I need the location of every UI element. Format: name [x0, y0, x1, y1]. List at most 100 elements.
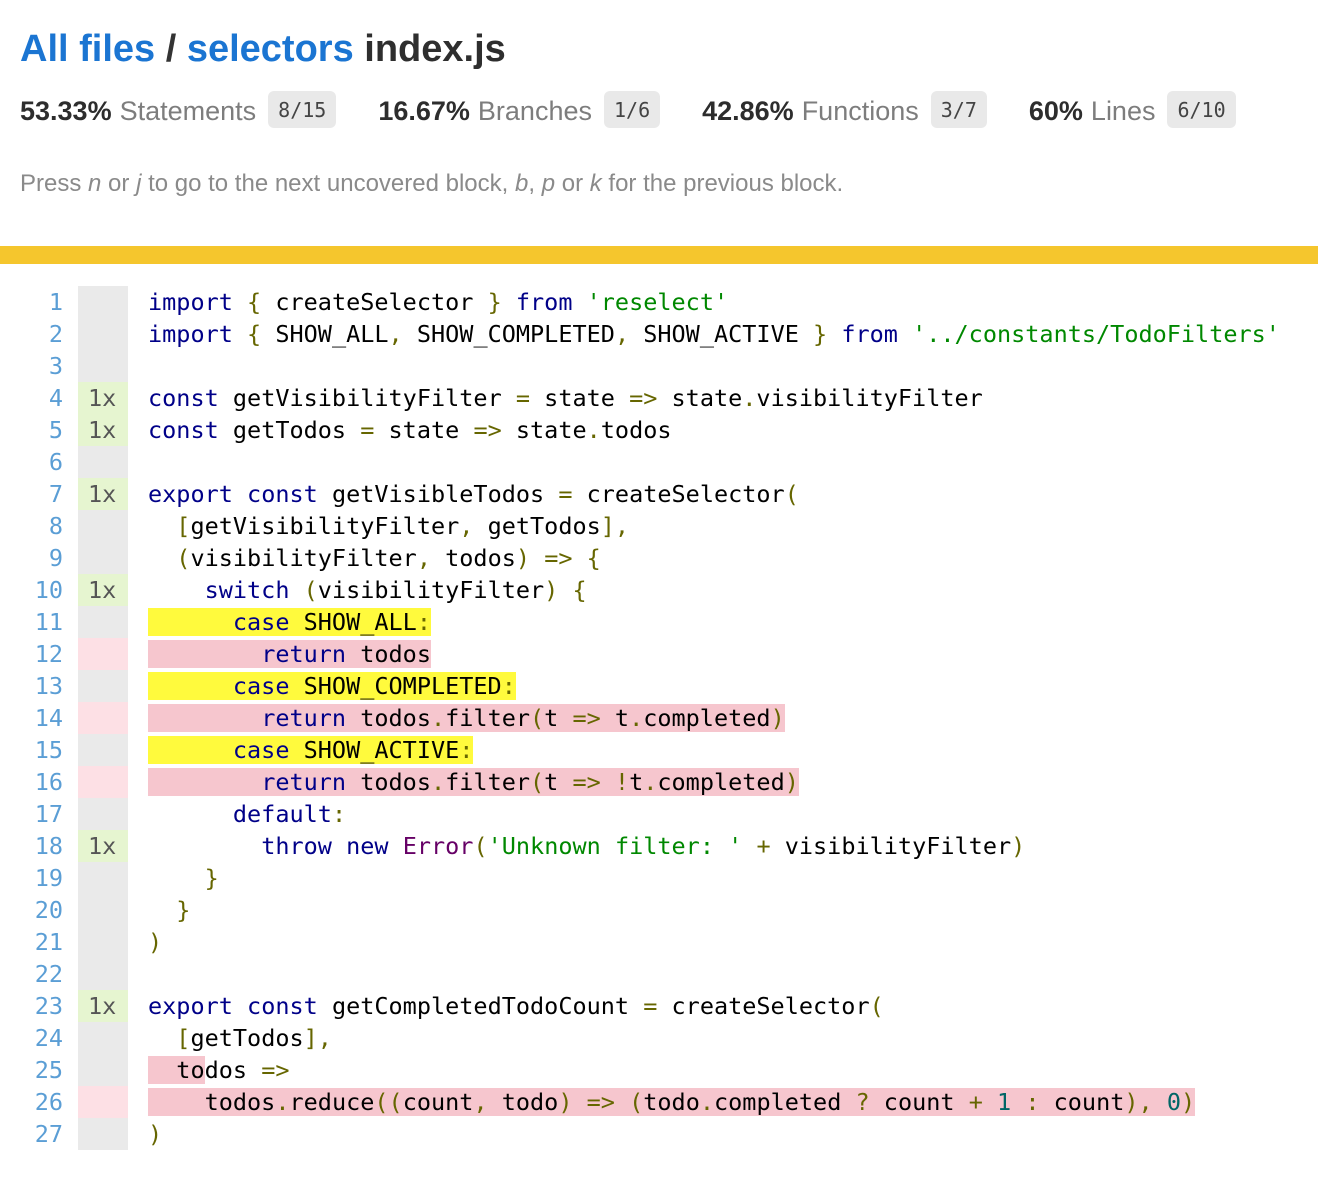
stat-functions: 42.86%Functions3/7	[702, 91, 987, 128]
execution-count-cell	[78, 670, 128, 702]
code-segment: =	[558, 480, 572, 508]
execution-count-cell: 1x	[78, 382, 128, 414]
line-number: 27	[0, 1118, 63, 1150]
code-segment	[502, 288, 516, 316]
functions-label: Functions	[802, 96, 919, 126]
code-segment: ],	[304, 1024, 332, 1052]
code-segment: [	[176, 512, 190, 540]
code-segment: state	[530, 384, 629, 412]
uncovered-code-segment: .	[700, 1088, 714, 1116]
code-segment: 'reselect'	[587, 288, 728, 316]
code-line: return todos.filter(t => !t.completed)	[148, 766, 1318, 798]
uncovered-code-segment: 1	[997, 1088, 1011, 1116]
code-line: return todos	[148, 638, 1318, 670]
execution-count-cell	[78, 542, 128, 574]
code-segment: visibilityFilter	[190, 544, 416, 572]
uncovered-code-segment: .	[629, 704, 643, 732]
code-segment: getVisibilityFilter	[219, 384, 516, 412]
line-number: 25	[0, 1054, 63, 1086]
uncovered-code-segment: :	[459, 736, 473, 764]
code-segment: from	[516, 288, 573, 316]
code-segment: todos	[601, 416, 672, 444]
code-segment: const	[148, 384, 219, 412]
uncovered-code-segment: todos	[346, 768, 431, 796]
code-segment: ,	[389, 320, 403, 348]
code-segment: dos	[205, 1056, 262, 1084]
code-line: default:	[148, 798, 1318, 830]
code-segment: SHOW_COMPLETED	[403, 320, 615, 348]
uncovered-code-segment: (	[530, 768, 544, 796]
uncovered-code-segment: (	[629, 1088, 643, 1116]
uncovered-code-segment: reduce	[290, 1088, 375, 1116]
code-segment	[148, 864, 205, 892]
uncovered-code-segment: todo	[643, 1088, 700, 1116]
uncovered-code-segment	[148, 704, 261, 732]
code-line: import { SHOW_ALL, SHOW_COMPLETED, SHOW_…	[148, 318, 1318, 350]
code-segment: [	[176, 1024, 190, 1052]
code-segment	[148, 896, 176, 924]
breadcrumb-all-files-link[interactable]: All files	[20, 28, 155, 70]
line-number: 22	[0, 958, 63, 990]
code-segment: ,	[615, 320, 629, 348]
hint-text: Press	[20, 170, 88, 197]
code-segment	[148, 832, 261, 860]
keyboard-shortcuts-hint: Press n or j to go to the next uncovered…	[0, 170, 1318, 198]
uncovered-code-segment	[615, 1088, 629, 1116]
code-segment: {	[587, 544, 601, 572]
uncovered-code-segment: ),	[1124, 1088, 1152, 1116]
code-segment: visibilityFilter	[771, 832, 1012, 860]
line-number: 9	[0, 542, 63, 574]
code-segment	[233, 480, 247, 508]
code-segment: Error	[403, 832, 474, 860]
line-number: 16	[0, 766, 63, 798]
uncovered-code-segment	[148, 768, 261, 796]
line-number: 19	[0, 862, 63, 894]
line-number: 1	[0, 286, 63, 318]
breadcrumb-folder-link[interactable]: selectors	[187, 28, 354, 70]
execution-count-cell: 1x	[78, 478, 128, 510]
uncovered-code-segment: t	[544, 704, 572, 732]
code-segment: .	[587, 416, 601, 444]
execution-count-cell	[78, 318, 128, 350]
uncovered-code-segment: )	[771, 704, 785, 732]
code-segment	[148, 1024, 176, 1052]
uncovered-code-segment	[148, 608, 233, 636]
execution-count-cell	[78, 926, 128, 958]
line-numbers-column: 1234567891011121314151617181920212223242…	[0, 286, 63, 1150]
code-line: case SHOW_ACTIVE:	[148, 734, 1318, 766]
line-number: 15	[0, 734, 63, 766]
code-segment: getVisibleTodos	[318, 480, 559, 508]
uncovered-code-segment: +	[969, 1088, 983, 1116]
uncovered-code-segment: SHOW_ALL	[289, 608, 416, 636]
statements-percent: 53.33%	[20, 96, 112, 126]
execution-count-cell	[78, 798, 128, 830]
code-line: }	[148, 894, 1318, 926]
uncovered-code-segment: t	[629, 768, 643, 796]
line-number: 21	[0, 926, 63, 958]
breadcrumb-file-name: index.js	[354, 28, 506, 70]
code-segment: new	[346, 832, 388, 860]
uncovered-code-segment: !	[615, 768, 629, 796]
execution-count-cell	[78, 766, 128, 798]
code-segment: +	[756, 832, 770, 860]
uncovered-code-segment: return	[261, 768, 346, 796]
code-segment: export	[148, 992, 233, 1020]
code-segment: import	[148, 320, 233, 348]
uncovered-code-segment: (	[530, 704, 544, 732]
code-segment: (	[870, 992, 884, 1020]
code-segment: .	[742, 384, 756, 412]
uncovered-code-segment: SHOW_ACTIVE	[289, 736, 459, 764]
code-line: const getTodos = state => state.todos	[148, 414, 1318, 446]
line-number: 11	[0, 606, 63, 638]
execution-count-cell	[78, 958, 128, 990]
code-segment: ,	[459, 512, 473, 540]
branches-percent: 16.67%	[378, 96, 470, 126]
branches-label: Branches	[478, 96, 592, 126]
code-segment: SHOW_ACTIVE	[629, 320, 813, 348]
source-code-view: 1234567891011121314151617181920212223242…	[0, 286, 1318, 1150]
uncovered-code-segment: return	[261, 640, 346, 668]
execution-count-cell	[78, 702, 128, 734]
hint-text: for the previous block.	[602, 170, 843, 197]
code-line: export const getVisibleTodos = createSel…	[148, 478, 1318, 510]
uncovered-code-segment	[1011, 1088, 1025, 1116]
